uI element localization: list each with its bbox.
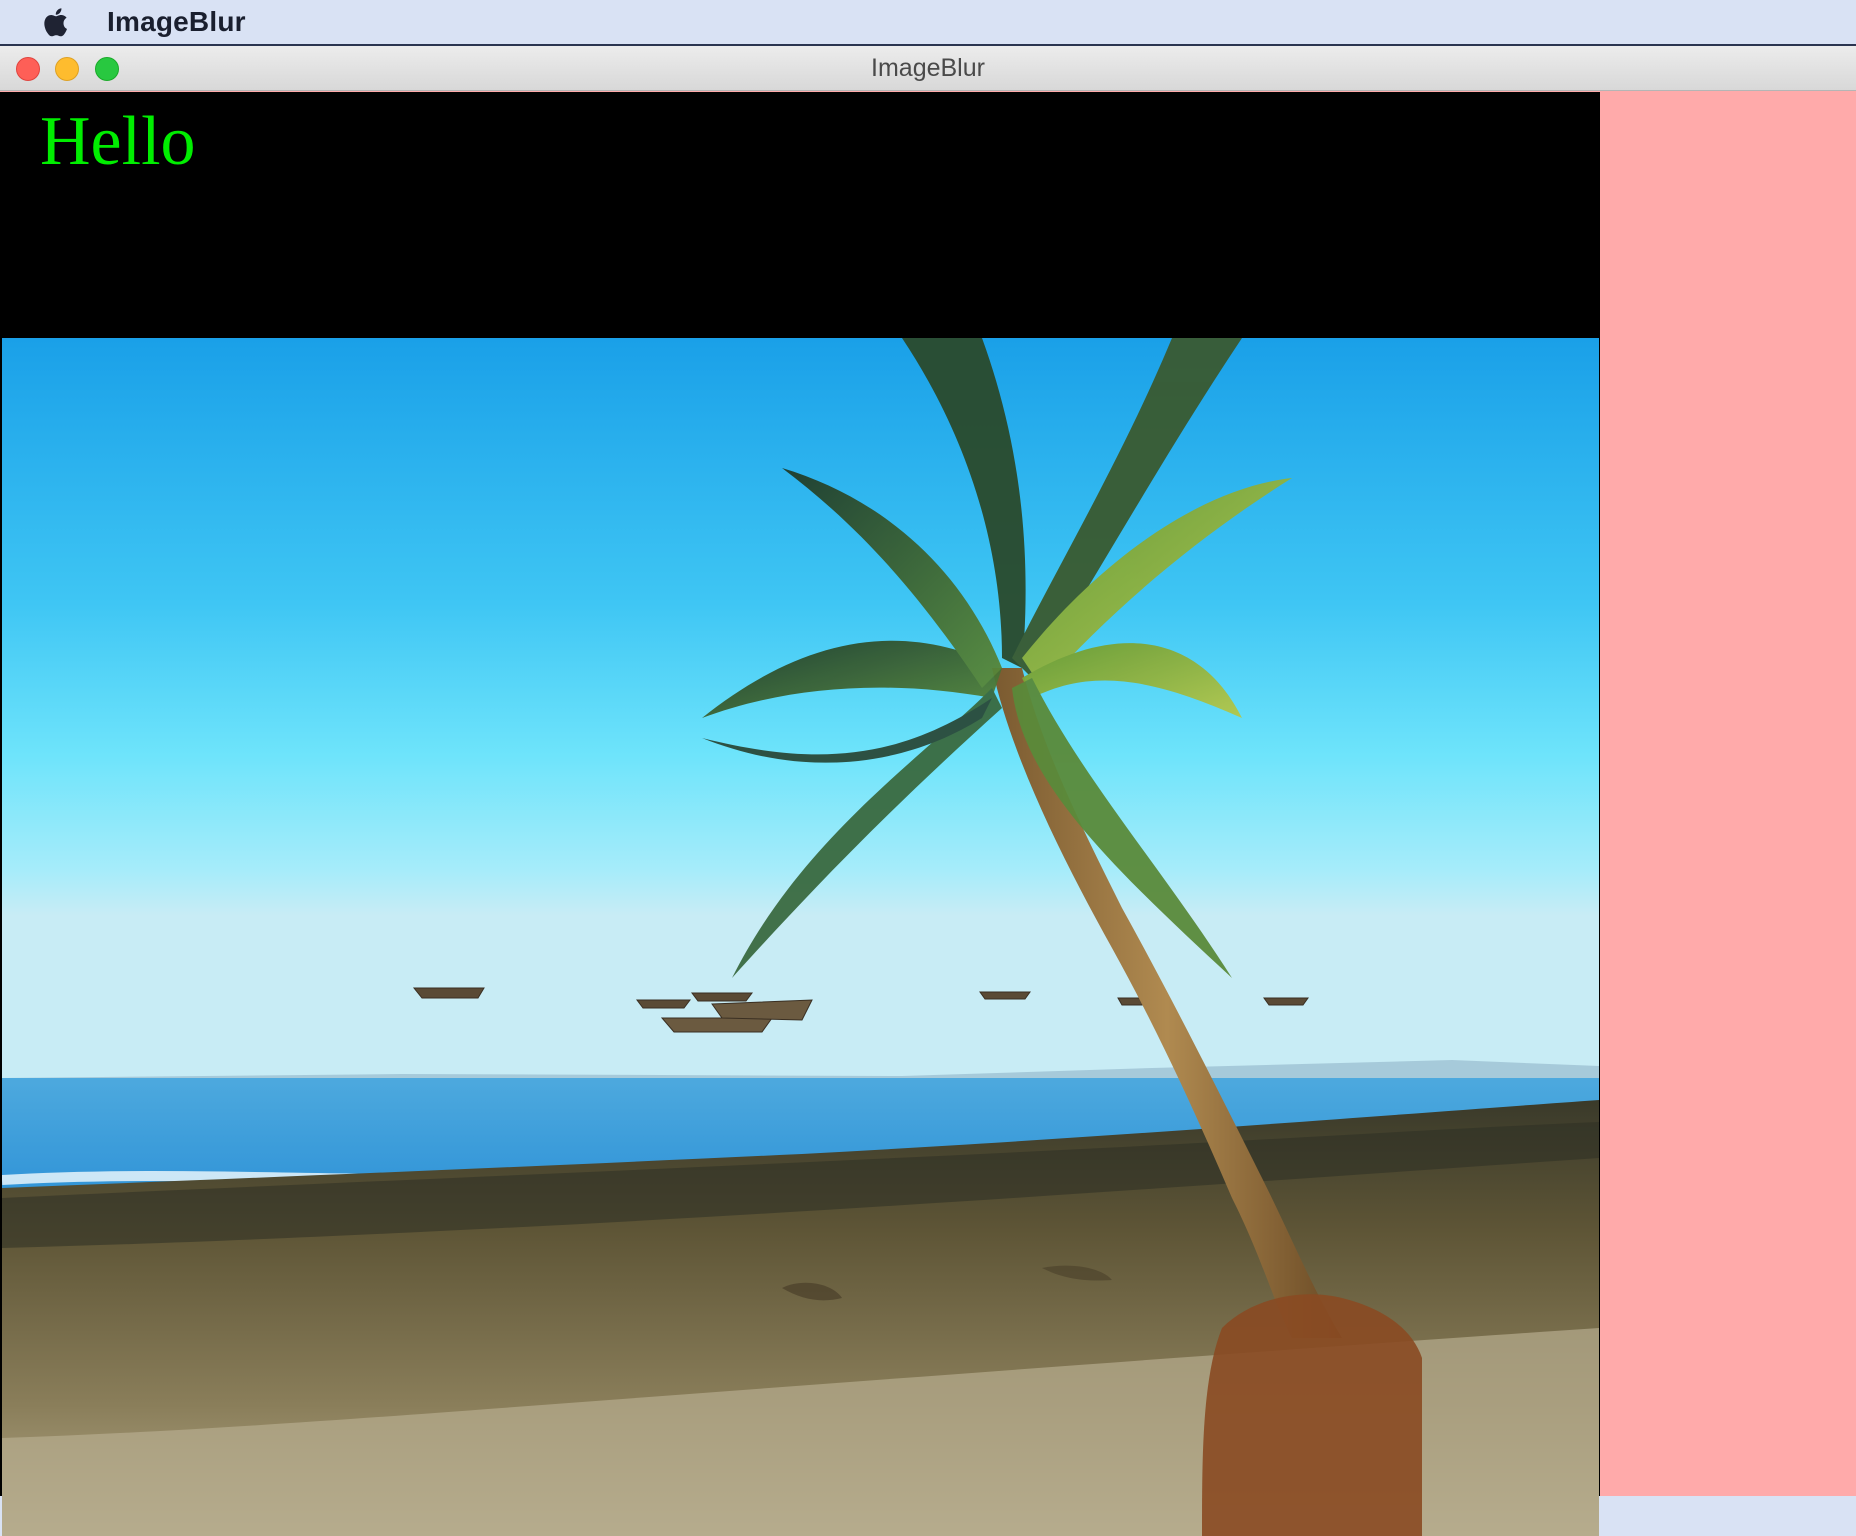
main-pane: Hello	[0, 92, 1600, 1536]
hello-label: Hello	[40, 103, 196, 180]
window-content: Hello	[0, 92, 1856, 1536]
menu-bar: ImageBlur	[0, 0, 1856, 44]
apple-logo-icon[interactable]	[40, 4, 74, 40]
menu-app-name[interactable]: ImageBlur	[107, 6, 246, 38]
window-titlebar[interactable]: ImageBlur	[0, 46, 1856, 91]
window-title: ImageBlur	[871, 54, 985, 82]
beach-palm-tree-image	[2, 338, 1599, 1536]
app-window: ImageBlur Hello	[0, 44, 1856, 1536]
beach-photo	[2, 338, 1599, 1536]
